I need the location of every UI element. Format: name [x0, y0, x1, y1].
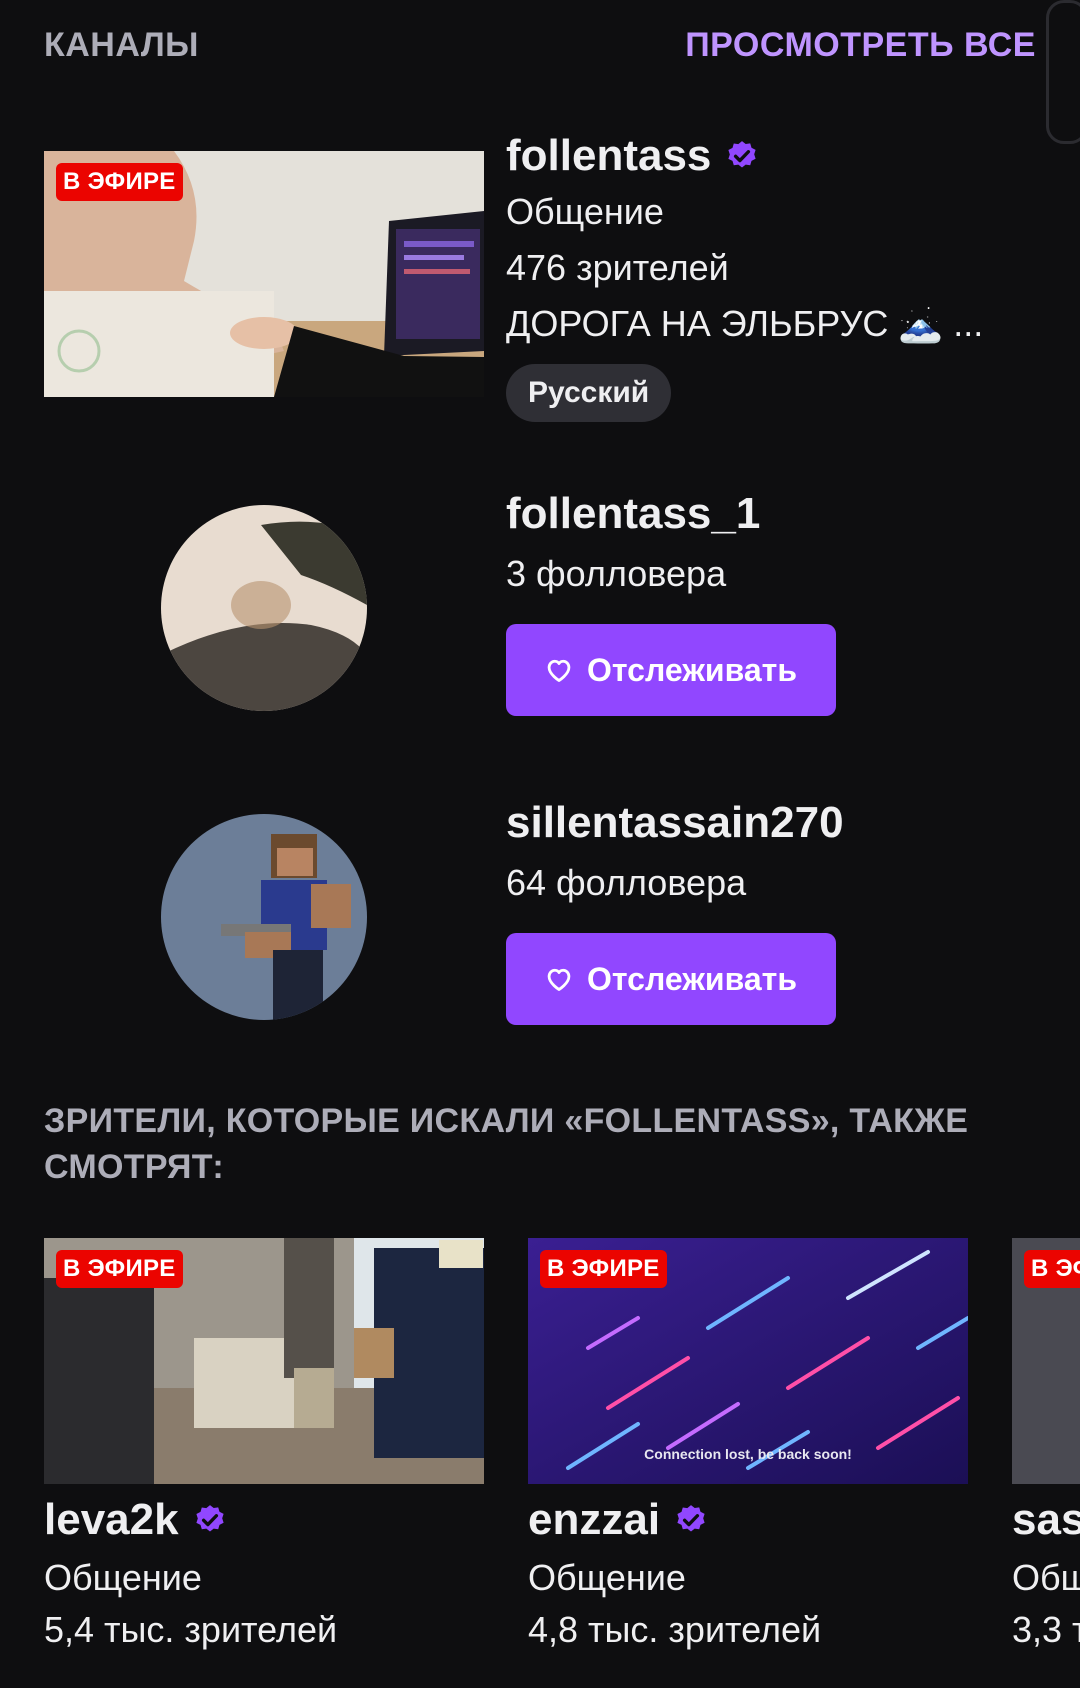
- avatar-image: [161, 505, 367, 711]
- channel-name[interactable]: sillentassain270: [506, 798, 844, 848]
- stream-title: ДОРОГА НА ЭЛЬБРУС 🗻 ...: [506, 303, 984, 344]
- channel-name[interactable]: follentass: [506, 134, 759, 178]
- channel-name[interactable]: leva2k: [44, 1495, 484, 1544]
- related-channel-card[interactable]: В ЭФИРЕ sas Общ 3,3 т: [1012, 1238, 1080, 1648]
- channel-result[interactable]: follentass_1 3 фолловера Отслеживать: [44, 489, 1044, 716]
- live-badge: В ЭФИРЕ: [56, 1250, 183, 1288]
- live-badge: В ЭФИРЕ: [56, 163, 183, 201]
- related-channel-card[interactable]: В ЭФИРЕ leva2k Общение 5,4 тыс. зрителей: [44, 1238, 484, 1648]
- stream-thumbnail[interactable]: Connection lost, be back soon! В ЭФИРЕ: [528, 1238, 968, 1484]
- follow-button[interactable]: Отслеживать: [506, 933, 836, 1025]
- channel-category[interactable]: Общение: [506, 194, 664, 230]
- follow-label: Отслеживать: [587, 651, 797, 688]
- follow-label: Отслеживать: [587, 960, 797, 997]
- follow-button[interactable]: Отслеживать: [506, 624, 836, 716]
- see-all-link[interactable]: ПРОСМОТРЕТЬ ВСЕ: [685, 26, 1036, 65]
- stream-thumbnail[interactable]: В ЭФИРЕ: [44, 151, 484, 397]
- stream-overlay-text: Connection lost, be back soon!: [644, 1446, 852, 1462]
- live-badge: В ЭФИРЕ: [1024, 1250, 1080, 1288]
- follower-count: 3 фолловера: [506, 553, 727, 594]
- heart-icon: [547, 659, 571, 682]
- channel-category[interactable]: Общ: [1012, 1560, 1080, 1596]
- channel-category[interactable]: Общение: [44, 1560, 484, 1596]
- channel-name[interactable]: enzzai: [528, 1495, 968, 1544]
- stream-thumbnail[interactable]: В ЭФИРЕ: [1012, 1238, 1080, 1484]
- channel-category[interactable]: Общение: [528, 1560, 968, 1596]
- avatar-image: [161, 814, 367, 1020]
- avatar[interactable]: [161, 814, 367, 1020]
- channel-name[interactable]: sas: [1012, 1495, 1080, 1544]
- channel-name-text: follentass: [506, 131, 712, 180]
- stream-thumbnail[interactable]: В ЭФИРЕ: [44, 1238, 484, 1484]
- channels-section-header: КАНАЛЫ ПРОСМОТРЕТЬ ВСЕ: [44, 26, 1036, 65]
- viewer-count: 476 зрителей: [506, 247, 729, 288]
- live-channel-result[interactable]: В ЭФИРЕ follentass Общение 476 зрителей …: [44, 134, 1044, 422]
- viewer-count: 3,3 т: [1012, 1609, 1080, 1649]
- channel-name-text: enzzai: [528, 1495, 661, 1544]
- viewer-count: 5,4 тыс. зрителей: [44, 1609, 338, 1651]
- edge-handle: [1046, 0, 1080, 144]
- verified-icon: [195, 1505, 224, 1532]
- heart-icon: [547, 968, 571, 991]
- channel-name[interactable]: follentass_1: [506, 489, 760, 539]
- related-section-title: ЗРИТЕЛИ, КОТОРЫЕ ИСКАЛИ «FOLLENTASS», ТА…: [44, 1102, 969, 1186]
- section-title-channels: КАНАЛЫ: [44, 26, 199, 64]
- avatar[interactable]: [161, 505, 367, 711]
- related-channel-card[interactable]: Connection lost, be back soon! В ЭФИРЕ e…: [528, 1238, 968, 1648]
- channel-result[interactable]: sillentassain270 64 фолловера Отслеживат…: [44, 798, 1044, 1025]
- viewer-count: 4,8 тыс. зрителей: [528, 1609, 822, 1651]
- verified-icon: [728, 141, 756, 168]
- live-badge: В ЭФИРЕ: [540, 1250, 667, 1288]
- language-tag[interactable]: Русский: [506, 364, 672, 422]
- verified-icon: [677, 1505, 705, 1532]
- follower-count: 64 фолловера: [506, 862, 747, 903]
- channel-name-text: leva2k: [44, 1495, 179, 1544]
- channel-name-text: sas: [1012, 1495, 1080, 1544]
